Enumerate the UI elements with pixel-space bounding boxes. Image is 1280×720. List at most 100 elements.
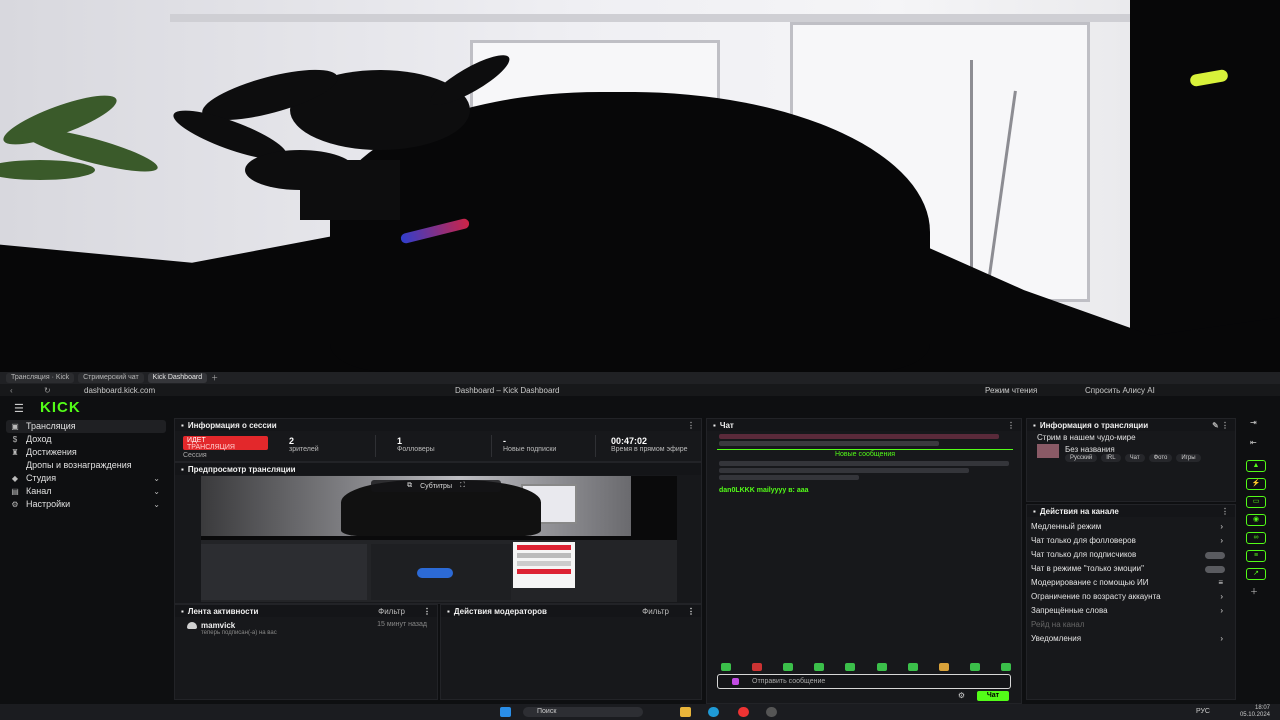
edit-icon[interactable]: ✎ ⋮	[1212, 421, 1229, 430]
sidebar-item-income[interactable]: $ Доход	[6, 433, 166, 446]
more-icon[interactable]: ⋮	[423, 607, 431, 616]
browser-tab[interactable]: Kick Dashboard	[147, 373, 208, 383]
studio-icon: ◆	[11, 474, 19, 483]
folder-icon[interactable]	[680, 707, 691, 717]
tree-branch	[970, 60, 973, 290]
more-icon[interactable]: ⋮	[1007, 421, 1015, 430]
browser-tab[interactable]: Стримерский чат	[78, 373, 144, 383]
emote-icon[interactable]	[783, 663, 794, 671]
quick-action-icon[interactable]: ⚡	[1246, 478, 1266, 490]
sidebar-item-label: Дропы и вознаграждения	[26, 460, 132, 470]
action-account-age[interactable]: Ограничение по возрасту аккаунта ›	[1031, 591, 1231, 603]
add-icon[interactable]: ＋	[1250, 586, 1258, 597]
quick-action-icon[interactable]: ◉	[1246, 514, 1266, 526]
sidebar-item-channel[interactable]: ▤ Канал ⌄	[6, 485, 166, 498]
new-messages-divider: Новые сообщения	[717, 449, 1013, 458]
emote-icon[interactable]	[938, 663, 949, 671]
panel-header: ▪ Чат ⋮	[707, 419, 1021, 431]
new-tab-icon[interactable]: ＋	[211, 373, 218, 383]
gear-icon: ⚙	[11, 500, 19, 509]
panel-header: ▪ Лента активности Фильтр ⋮	[175, 605, 437, 617]
session-info-panel: ▪ Информация о сессии ⋮ ИДЕТ ТРАНСЛЯЦИЯ Сес…	[174, 418, 702, 462]
system-clock[interactable]: 18:07 05.10.2024	[1240, 705, 1270, 719]
action-notifications[interactable]: Уведомления ›	[1031, 633, 1231, 645]
action-followers-only[interactable]: Чат только для фолловеров ›	[1031, 535, 1231, 547]
sidebar-item-settings[interactable]: ⚙ Настройки ⌄	[6, 498, 166, 511]
quick-action-icon[interactable]: ≡	[1246, 550, 1266, 562]
captions-button[interactable]: Субтитры	[420, 483, 452, 490]
back-icon[interactable]: ‹	[10, 386, 13, 395]
browser-tab[interactable]: Трансляция · Kick	[6, 373, 75, 383]
action-slow-mode[interactable]: Медленный режим ›	[1031, 521, 1231, 533]
emote-icon[interactable]	[721, 663, 731, 671]
quick-action-icon[interactable]: ▲	[1246, 460, 1266, 472]
category-thumbnail	[1037, 444, 1059, 458]
taskbar-search[interactable]: Поиск	[523, 707, 643, 717]
quick-action-icon[interactable]: ▭	[1246, 496, 1266, 508]
chevron-right-icon: ›	[1220, 536, 1223, 545]
emote-icon[interactable]	[814, 663, 825, 671]
kick-logo[interactable]: KICK	[40, 399, 81, 416]
channel-icon: ▤	[11, 487, 19, 496]
taskbar: Поиск РУС 18:07 05.10.2024	[0, 704, 1280, 720]
sidebar-item-stream[interactable]: ▣ Трансляция	[6, 420, 166, 433]
emote-icon[interactable]	[907, 663, 918, 671]
sidebar-item-achievements[interactable]: ♜ Достижения	[6, 446, 166, 459]
browser-icon[interactable]	[708, 707, 719, 717]
emote-icon[interactable]	[876, 663, 887, 671]
sidebar-item-drops[interactable]: Дропы и вознаграждения	[6, 459, 166, 472]
collapse-icon[interactable]: ⇤	[1250, 438, 1257, 447]
quick-action-icon[interactable]: ↗	[1246, 568, 1266, 580]
sidebar-item-studio[interactable]: ◆ Студия ⌄	[6, 472, 166, 485]
chat-message: dan0LKKK mailyyyy в: ааа	[719, 487, 809, 494]
divider	[595, 435, 596, 457]
video-controls: ⧉ Субтитры ⛶	[371, 480, 501, 492]
menu-icon[interactable]: ☰	[14, 402, 24, 415]
live-badge-subtext: ТРАНСЛЯЦИЯ	[187, 444, 235, 451]
more-icon[interactable]: ⋮	[1221, 507, 1229, 516]
stat-label: Фолловеры	[397, 446, 435, 453]
action-emotes-only[interactable]: Чат в режиме "только эмоции"	[1031, 563, 1231, 575]
action-label: Ограничение по возрасту аккаунта	[1031, 592, 1161, 601]
mod-actions-panel: ▪ Действия модераторов Фильтр ⋮	[440, 604, 702, 700]
action-ai-moderation[interactable]: Модерирование с помощью ИИ ≡	[1031, 577, 1231, 589]
preview-video[interactable]: ⧉ Субтитры ⛶	[201, 476, 677, 602]
fullscreen-icon[interactable]: ⛶	[460, 482, 465, 490]
settings-icon[interactable]	[766, 707, 777, 717]
yandex-icon[interactable]	[738, 707, 749, 717]
start-icon[interactable]	[500, 707, 511, 717]
chat-input[interactable]: Отправить сообщение	[717, 674, 1011, 689]
emote-icon[interactable]	[845, 663, 856, 671]
emote-icon[interactable]	[752, 663, 763, 671]
toggle-switch[interactable]	[1205, 552, 1225, 559]
more-icon[interactable]: ⋮	[687, 607, 695, 616]
reload-icon[interactable]: ↻	[44, 386, 51, 395]
quick-action-icon[interactable]: ∞	[1246, 532, 1266, 544]
stream-category: Без названия	[1065, 445, 1115, 454]
filter-button[interactable]: Фильтр	[642, 607, 669, 616]
expand-icon[interactable]: ⇥	[1250, 418, 1257, 427]
clock-time: 18:07	[1254, 705, 1270, 711]
language-indicator[interactable]: РУС	[1196, 708, 1210, 715]
toggle-switch[interactable]	[1205, 566, 1225, 573]
pip-icon[interactable]: ⧉	[407, 482, 412, 490]
ask-ai-button[interactable]: Спросить Алису AI	[1085, 386, 1155, 395]
chat-panel: ▪ Чат ⋮ Новые сообщения dan0LKKK mailyyyy …	[706, 418, 1022, 704]
action-banned-words[interactable]: Запрещённые слова ›	[1031, 605, 1231, 617]
more-icon[interactable]: ⋮	[687, 421, 695, 430]
preview-icon: ▪	[181, 464, 184, 474]
chevron-right-icon: ›	[1220, 634, 1223, 643]
chevron-right-icon: ›	[1220, 606, 1223, 615]
action-subs-only[interactable]: Чат только для подписчиков	[1031, 549, 1231, 561]
reader-mode-button[interactable]: Режим чтения	[985, 386, 1037, 395]
url-field[interactable]: dashboard.kick.com	[84, 386, 155, 395]
emote-icon[interactable]	[1000, 663, 1011, 671]
filter-button[interactable]: Фильтр	[378, 607, 405, 616]
sidebar-item-label: Доход	[26, 434, 52, 444]
sidebar: ▣ Трансляция $ Доход ♜ Достижения Дропы и в…	[6, 420, 166, 511]
emote-icon[interactable]	[969, 663, 980, 671]
trophy-icon: ♜	[11, 448, 19, 457]
action-label: Чат в режиме "только эмоции"	[1031, 564, 1144, 573]
gear-icon[interactable]: ⚙	[958, 691, 965, 700]
send-chat-button[interactable]: Чат	[977, 691, 1009, 701]
